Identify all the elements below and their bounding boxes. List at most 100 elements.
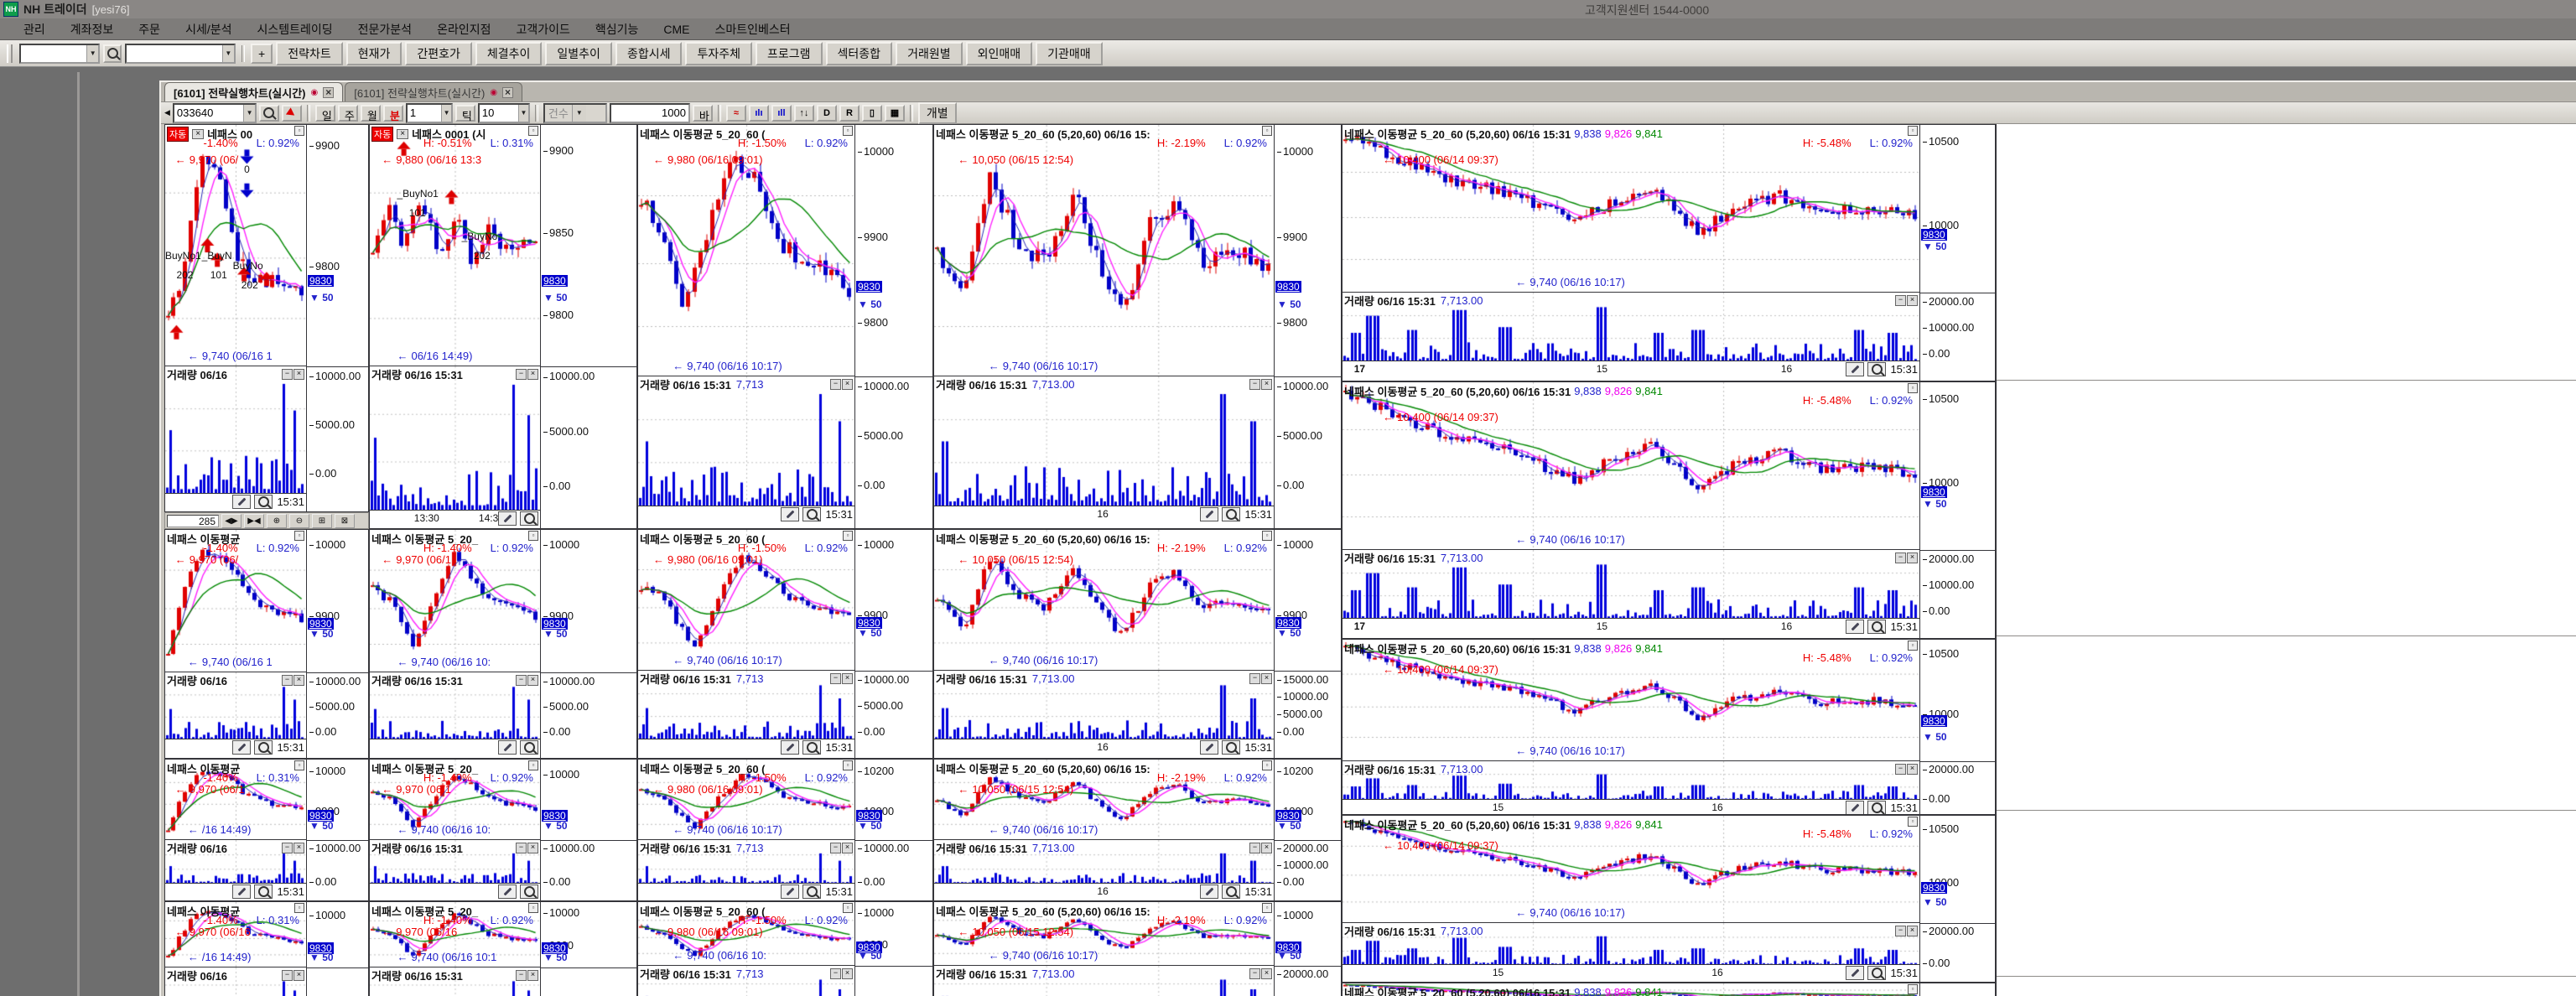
zoom-tool-button[interactable] xyxy=(1867,966,1886,980)
volume-canvas[interactable] xyxy=(165,366,306,494)
pager-icon-5[interactable]: ⊠ xyxy=(335,514,355,528)
draw-tool-button[interactable] xyxy=(232,740,251,755)
individual-button[interactable]: 개별 xyxy=(918,102,957,124)
restore-icon[interactable]: ▫ xyxy=(528,126,538,136)
restore-icon[interactable]: ▫ xyxy=(294,126,304,136)
period-button-0[interactable]: 일 xyxy=(315,105,335,122)
restore-icon[interactable]: ▫ xyxy=(1908,641,1918,651)
tab-close-icon[interactable]: × xyxy=(502,87,513,98)
pager-icon-4[interactable]: ⊞ xyxy=(312,514,332,528)
toolbar-button-9[interactable]: 거래원별 xyxy=(896,42,963,65)
close-icon[interactable]: × xyxy=(293,970,304,981)
restore-icon[interactable]: ▫ xyxy=(528,531,538,541)
minute-input[interactable] xyxy=(408,105,441,122)
chevron-down-icon[interactable]: ▼ xyxy=(243,105,255,122)
close-icon[interactable]: × xyxy=(527,843,538,853)
menu-item-5[interactable]: 전문가분석 xyxy=(346,19,423,39)
close-icon[interactable]: × xyxy=(1907,295,1918,306)
chevron-down-icon[interactable]: ▼ xyxy=(222,45,234,62)
zoom-tool-button[interactable] xyxy=(520,511,538,526)
draw-tool-button[interactable] xyxy=(232,884,251,899)
stock-code-combo[interactable]: ▼ xyxy=(173,103,257,123)
minimize-icon[interactable]: − xyxy=(282,675,293,686)
minimize-icon[interactable]: − xyxy=(1895,295,1906,306)
menu-item-3[interactable]: 시세/분석 xyxy=(174,19,243,39)
zoom-tool-button[interactable] xyxy=(1222,507,1240,521)
minimize-icon[interactable]: − xyxy=(830,379,841,390)
chevron-down-icon[interactable]: ▼ xyxy=(441,105,451,122)
draw-tool-button[interactable] xyxy=(1846,966,1864,980)
zoom-tool-button[interactable] xyxy=(254,740,273,755)
menu-item-4[interactable]: 시스템트레이딩 xyxy=(245,19,344,39)
restore-icon[interactable]: ▫ xyxy=(1262,531,1272,541)
ohlc-chart-icon[interactable]: ılı xyxy=(749,105,769,122)
draw-tool-button[interactable] xyxy=(1200,507,1218,521)
zoom-tool-button[interactable] xyxy=(520,884,538,899)
toolbar-button-11[interactable]: 기관매매 xyxy=(1036,42,1103,65)
stock-code-input[interactable] xyxy=(174,105,243,122)
zoom-tool-button[interactable] xyxy=(1867,362,1886,376)
zoom-tool-button[interactable] xyxy=(1222,884,1240,899)
quick-code-input[interactable] xyxy=(21,45,86,62)
realtime-data-icon[interactable]: R xyxy=(839,105,860,122)
toolbar-button-4[interactable]: 일별추이 xyxy=(545,42,612,65)
draw-tool-button[interactable] xyxy=(781,884,799,899)
minimize-icon[interactable]: − xyxy=(1249,379,1260,390)
draw-tool-button[interactable] xyxy=(781,507,799,521)
restore-icon[interactable]: ▫ xyxy=(294,903,304,913)
screen-input[interactable] xyxy=(127,45,222,62)
close-icon[interactable]: × xyxy=(1261,673,1272,684)
pager-icon-0[interactable]: ◀▶ xyxy=(221,514,242,528)
draw-tool-button[interactable] xyxy=(498,511,517,526)
grid-layout-icon[interactable]: ▦ xyxy=(885,105,905,122)
minimize-icon[interactable]: − xyxy=(1249,843,1260,853)
tab-strategy-chart-1[interactable]: [6101] 전략실행차트(실시간)◉× xyxy=(345,82,522,101)
restore-icon[interactable]: ▫ xyxy=(843,126,853,136)
restore-icon[interactable]: ▫ xyxy=(843,903,853,913)
minimize-icon[interactable]: − xyxy=(1249,968,1260,979)
menu-item-1[interactable]: 계좌정보 xyxy=(59,19,126,39)
minimize-icon[interactable]: − xyxy=(830,968,841,979)
close-icon[interactable]: × xyxy=(842,673,853,684)
price-canvas[interactable] xyxy=(1343,382,1919,550)
zoom-tool-button[interactable] xyxy=(1867,620,1886,634)
draw-tool-button[interactable] xyxy=(1846,620,1864,634)
pager-count[interactable]: 285 xyxy=(167,515,219,527)
day-data-icon[interactable]: D xyxy=(817,105,837,122)
minimize-icon[interactable]: − xyxy=(1895,764,1906,775)
chevron-down-icon[interactable]: ▼ xyxy=(86,45,98,62)
bar-count-input[interactable] xyxy=(611,105,688,122)
close-icon[interactable]: × xyxy=(1261,843,1272,853)
zoom-tool-button[interactable] xyxy=(1222,740,1240,755)
close-icon[interactable]: × xyxy=(527,970,538,981)
chevron-down-icon[interactable]: ▼ xyxy=(518,105,528,122)
draw-tool-button[interactable] xyxy=(1200,884,1218,899)
count-combo[interactable]: 건수▼ xyxy=(543,103,607,123)
restore-icon[interactable]: ▫ xyxy=(528,760,538,770)
tick-input[interactable] xyxy=(480,105,518,122)
minimize-icon[interactable]: − xyxy=(1249,673,1260,684)
minimize-icon[interactable]: − xyxy=(282,970,293,981)
restore-icon[interactable]: ▫ xyxy=(1908,817,1918,827)
zoom-tool-button[interactable] xyxy=(802,507,821,521)
menu-item-8[interactable]: 핵심기능 xyxy=(584,19,651,39)
prev-icon[interactable]: ◀ xyxy=(164,108,170,117)
minimize-icon[interactable]: − xyxy=(1895,926,1906,936)
restore-icon[interactable]: ▫ xyxy=(294,760,304,770)
close-icon[interactable]: × xyxy=(842,968,853,979)
close-icon[interactable]: × xyxy=(1907,764,1918,775)
toolbar-button-0[interactable]: 전략차트 xyxy=(276,42,343,65)
zoom-tool-button[interactable] xyxy=(520,740,538,755)
toolbar-button-1[interactable]: 현재가 xyxy=(346,42,402,65)
line-chart-icon[interactable]: ≈ xyxy=(726,105,746,122)
bar-count-box[interactable] xyxy=(610,103,690,123)
menu-item-9[interactable]: CME xyxy=(652,21,701,38)
restore-icon[interactable]: ▫ xyxy=(1262,126,1272,136)
bar-chart-icon[interactable]: ıll xyxy=(771,105,792,122)
minimize-icon[interactable]: − xyxy=(516,843,527,853)
period-button-2[interactable]: 월 xyxy=(361,105,381,122)
close-icon[interactable]: × xyxy=(527,369,538,380)
restore-icon[interactable]: ▫ xyxy=(528,903,538,913)
restore-icon[interactable]: ▫ xyxy=(1262,903,1272,913)
pager-icon-2[interactable]: ⊕ xyxy=(267,514,287,528)
